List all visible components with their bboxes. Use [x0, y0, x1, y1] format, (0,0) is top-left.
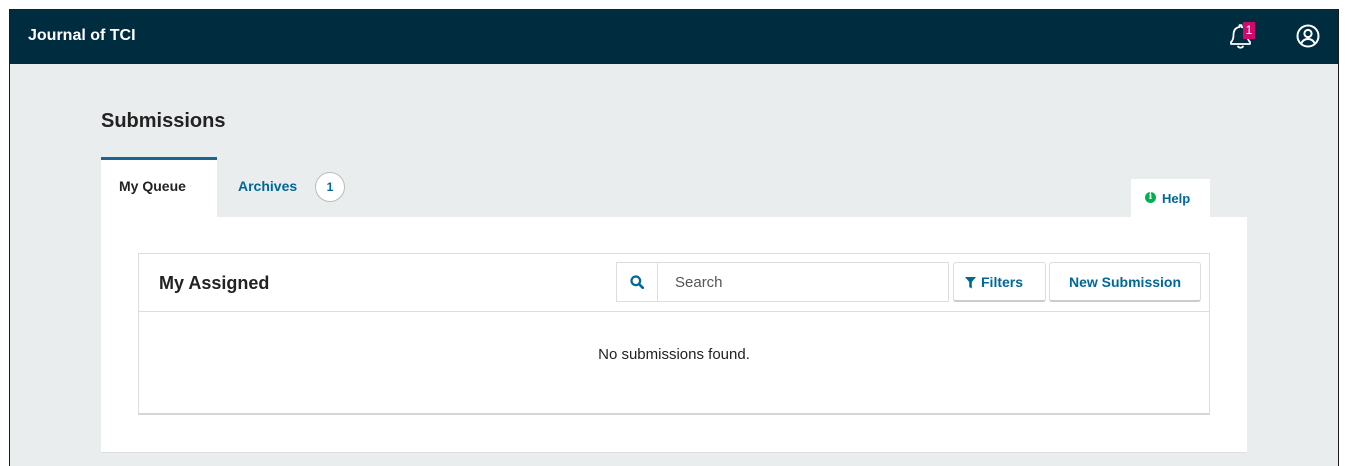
filters-button[interactable]: Filters: [953, 262, 1046, 302]
submissions-list-panel: My Assigned Filters: [138, 253, 1210, 415]
tab-panel: My Assigned Filters: [101, 217, 1247, 453]
list-header: My Assigned Filters: [139, 254, 1209, 312]
filters-label: Filters: [981, 274, 1024, 290]
tab-my-queue[interactable]: My Queue: [101, 157, 217, 217]
user-circle-icon: [1296, 24, 1320, 48]
app-window: Journal of TCI 1 Submissions My Queue Ar…: [9, 9, 1339, 466]
tab-archives-label: Archives: [238, 178, 298, 194]
empty-state-message: No submissions found.: [598, 346, 750, 363]
user-menu-button[interactable]: [1296, 24, 1320, 48]
help-button[interactable]: i Help: [1131, 179, 1210, 217]
top-navigation-bar: Journal of TCI 1: [10, 9, 1338, 64]
journal-title-link[interactable]: Journal of TCI: [28, 27, 136, 45]
new-submission-button[interactable]: New Submission: [1049, 262, 1201, 302]
search-icon[interactable]: [617, 263, 658, 301]
tab-archives[interactable]: Archives 1: [217, 157, 357, 217]
page-title: Submissions: [101, 110, 226, 132]
tab-my-queue-label: My Queue: [119, 178, 186, 194]
archives-count-badge: 1: [315, 172, 345, 202]
notification-count-badge: 1: [1243, 22, 1255, 39]
help-label: Help: [1162, 191, 1191, 206]
new-submission-label: New Submission: [1068, 274, 1182, 290]
filter-icon: [965, 277, 976, 289]
notifications-button[interactable]: 1: [1227, 22, 1257, 50]
info-icon: i: [1145, 192, 1156, 203]
list-title: My Assigned: [159, 273, 270, 293]
search-box: [616, 262, 949, 302]
search-input[interactable]: [659, 263, 947, 301]
